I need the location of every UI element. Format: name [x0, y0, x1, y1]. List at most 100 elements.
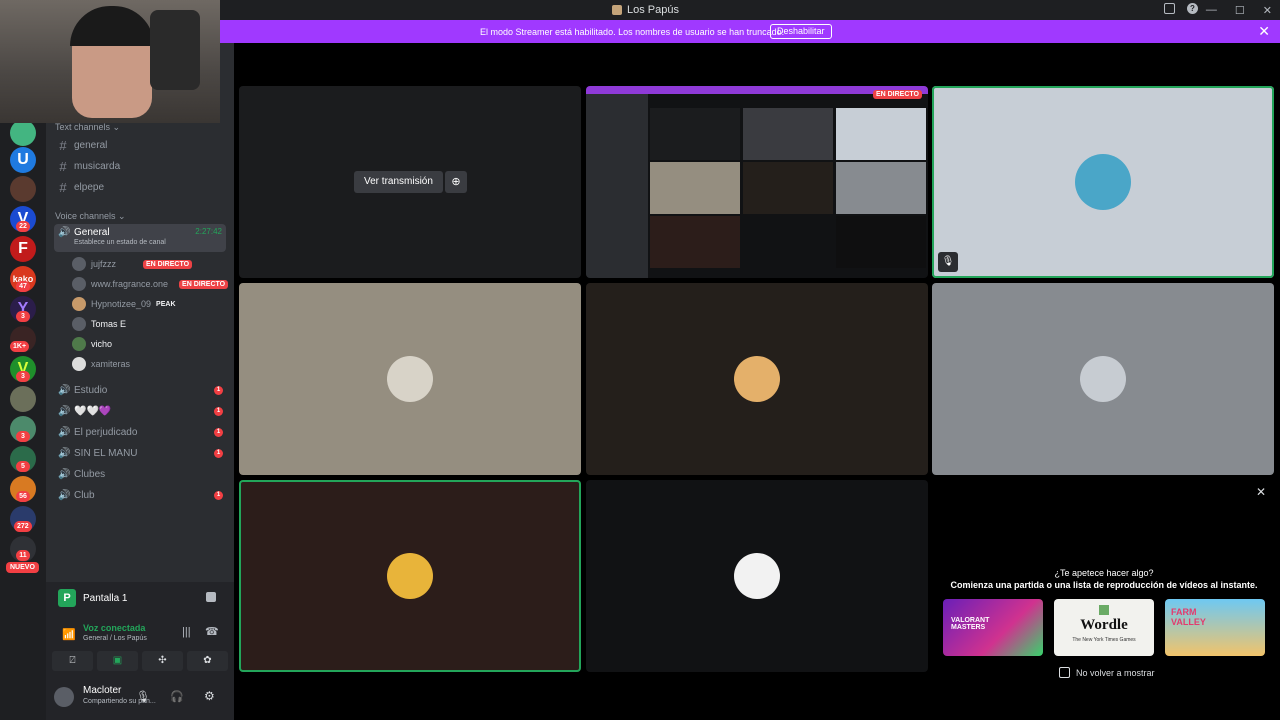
inbox-icon[interactable] [1164, 3, 1175, 14]
screen-label: Pantalla 1 [83, 593, 128, 604]
unread-badge: 1 [214, 427, 223, 437]
maximize-button[interactable]: ☐ [1235, 4, 1245, 17]
headphone-shape [70, 6, 154, 46]
user-tile[interactable] [239, 283, 581, 475]
voice-user[interactable]: vicho [72, 335, 112, 353]
user-tile[interactable] [586, 283, 928, 475]
server-badge: 5 [16, 461, 30, 472]
title-bar: Los Papús ? — ☐ ✕ [220, 0, 1280, 20]
close-icon[interactable]: ✕ [1256, 485, 1266, 499]
call-timer: 2:27:42 [195, 227, 222, 236]
signal-icon[interactable]: 📶 [62, 628, 76, 641]
voice-user[interactable]: xamiteras [72, 355, 130, 373]
server-icon[interactable] [10, 120, 36, 146]
activity-card-wordle[interactable]: Wordle The New York Times Games [1054, 599, 1154, 656]
server-icon[interactable]: F [10, 236, 36, 262]
server-badge: 3 [16, 371, 30, 382]
voice-channel[interactable]: 🔊 🤍🤍💜 1 [54, 401, 226, 421]
wordle-grid-icon [1099, 605, 1109, 615]
stream-tile-hidden[interactable]: Ver transmisión ⊕ [239, 86, 581, 278]
close-icon[interactable]: ✕ [1258, 23, 1270, 40]
checkbox[interactable] [1059, 667, 1070, 678]
voice-channel-name: General [74, 227, 110, 238]
popout-icon[interactable]: ⊕ [445, 171, 467, 193]
disconnect-icon[interactable]: ☎ [205, 625, 219, 638]
noise-suppression-icon[interactable]: ||| [182, 626, 191, 638]
voice-channel[interactable]: 🔊 Clubes [54, 464, 226, 484]
avatar[interactable] [54, 687, 74, 707]
server-badge: 272 [14, 521, 32, 532]
hash-icon: # [59, 179, 67, 195]
voice-channel[interactable]: 🔊 SIN EL MANU 1 [54, 443, 226, 463]
server-badge: 11 [16, 550, 30, 561]
channel-status[interactable]: Establece un estado de canal [74, 239, 166, 246]
help-icon[interactable]: ? [1187, 3, 1198, 14]
stop-stream-icon[interactable] [206, 592, 216, 602]
avatar [1080, 356, 1126, 402]
headphones-icon[interactable]: 🎧 [170, 690, 184, 703]
voice-user[interactable]: www.fragrance.one EN DIRECTO [72, 275, 229, 293]
screen-share-panel: P Pantalla 1 [46, 582, 234, 616]
voice-user[interactable]: jujfzzz EN DIRECTO [72, 255, 193, 273]
server-badge: 1K+ [10, 341, 30, 352]
live-badge: EN DIRECTO [179, 279, 229, 289]
server-badge: 56 [16, 491, 30, 502]
soundboard-button[interactable]: ✿ [187, 651, 228, 671]
server-badge: 22 [16, 221, 30, 232]
activity-card-valorant[interactable]: VALORANT MASTERS [943, 599, 1043, 656]
camera-off-button[interactable]: ⍁ [52, 651, 93, 671]
voice-channel[interactable]: 🔊 El perjudicado 1 [54, 422, 226, 442]
user-tile[interactable] [932, 283, 1274, 475]
avatar [72, 317, 86, 331]
dont-show-checkbox[interactable]: No volver a mostrar [1059, 667, 1155, 678]
disable-streamer-button[interactable]: Deshabilitar [770, 24, 832, 39]
avatar [72, 257, 86, 271]
banner-message: El modo Streamer está habilitado. Los no… [480, 26, 785, 37]
gear-icon[interactable]: ⚙ [204, 689, 215, 703]
server-icon[interactable]: U [10, 147, 36, 173]
activity-badge: PEAK [156, 300, 176, 308]
watch-stream-button[interactable]: Ver transmisión [354, 171, 443, 193]
text-channels-category[interactable]: Text channels ⌄ [55, 122, 120, 133]
activities-button[interactable]: ✣ [142, 651, 183, 671]
voice-channels-category[interactable]: Voice channels ⌄ [55, 211, 126, 222]
channel-sidebar: Text channels ⌄ # general # musicarda # elp… [46, 43, 234, 720]
voice-connection-panel: P Pantalla 1 📶 Voz conectada General / L… [46, 582, 234, 677]
voice-channel-general[interactable]: 🔊 General Establece un estado de canal 2… [54, 224, 226, 252]
server-badge: 3 [16, 311, 30, 322]
username[interactable]: Macloter [83, 685, 121, 696]
user-tile[interactable] [586, 480, 928, 672]
screen-share-icon: P [58, 589, 76, 607]
user-tile[interactable]: 🎙 [932, 86, 1274, 278]
live-badge: EN DIRECTO [872, 90, 922, 99]
voice-channel[interactable]: 🔊 Club 1 [54, 485, 226, 505]
voice-user[interactable]: Tomas E [72, 315, 126, 333]
channel-musicarda[interactable]: # musicarda [54, 156, 226, 176]
minimize-button[interactable]: — [1206, 4, 1217, 16]
voice-channel[interactable]: 🔊 Estudio 1 [54, 380, 226, 400]
user-panel: Macloter Compartiendo su pan... 🎙 🎧 ⚙ [46, 676, 234, 720]
mic-icon[interactable]: 🎙 [136, 690, 150, 703]
close-window-button[interactable]: ✕ [1263, 4, 1272, 17]
avatar [72, 277, 86, 291]
server-icon[interactable] [10, 386, 36, 412]
share-screen-button[interactable]: ▣ [97, 651, 138, 671]
voice-location[interactable]: General / Los Papús [83, 635, 147, 642]
activities-prompt: ✕ ¿Te apetece hacer algo? Comienza una p… [934, 483, 1274, 683]
stream-tile-live[interactable]: EN DIRECTO [586, 86, 928, 278]
voice-status[interactable]: Voz conectada [83, 623, 145, 633]
avatar [1075, 154, 1131, 210]
streamer-mode-banner: El modo Streamer está habilitado. Los no… [220, 20, 1280, 43]
channel-elpepe[interactable]: # elpepe [54, 177, 226, 197]
window-title: Los Papús [612, 4, 679, 16]
unread-badge: 1 [214, 448, 223, 458]
window-controls: — ☐ ✕ [1206, 0, 1272, 20]
channel-general[interactable]: # general [54, 135, 226, 155]
server-icon[interactable] [10, 176, 36, 202]
speaker-icon: 🔊 [58, 385, 71, 396]
activity-card-farm[interactable]: FARM VALLEY [1165, 599, 1265, 656]
activities-subtitle: Comienza una partida o una lista de repr… [950, 580, 1258, 590]
voice-user[interactable]: Hypnotizee_09 PEAK [72, 295, 176, 313]
user-tile[interactable] [239, 480, 581, 672]
mic-icon: 🎙 [938, 252, 958, 272]
